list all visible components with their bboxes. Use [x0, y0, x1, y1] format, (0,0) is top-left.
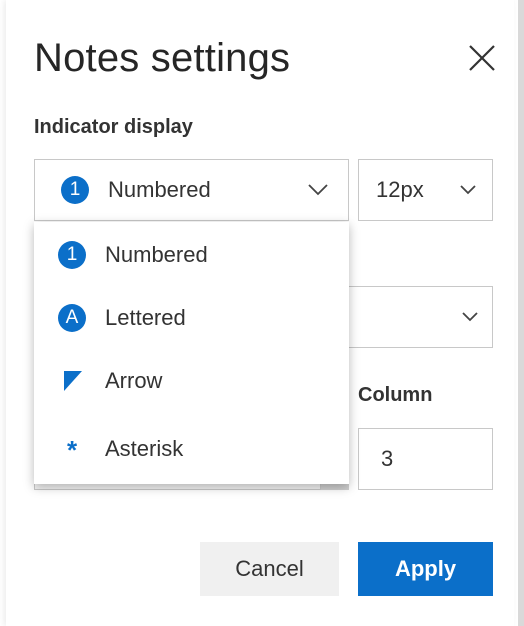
- option-label: Lettered: [105, 305, 186, 330]
- option-label: Numbered: [105, 242, 208, 267]
- asterisk-icon: *: [66, 435, 78, 465]
- indicator-dropdown-menu: 1 Numbered A Lettered Arrow * Asterisk: [34, 222, 349, 484]
- chevron-down-icon: [460, 185, 476, 195]
- indicator-size-select[interactable]: 12px: [358, 159, 493, 221]
- chevron-down-icon: [462, 312, 478, 322]
- option-label: Asterisk: [105, 436, 184, 461]
- lettered-circle-icon: A: [58, 304, 86, 332]
- numbered-circle-icon: 1: [61, 176, 89, 204]
- arrow-triangle-icon: [64, 371, 82, 391]
- dropdown-option-asterisk[interactable]: * Asterisk: [34, 418, 349, 480]
- indicator-display-label: Indicator display: [34, 116, 193, 138]
- chevron-down-icon: [308, 184, 328, 196]
- apply-button[interactable]: Apply: [358, 542, 493, 596]
- dropdown-option-lettered[interactable]: A Lettered: [34, 287, 349, 349]
- close-icon: [469, 45, 495, 71]
- numbered-circle-icon: 1: [58, 241, 86, 269]
- dropdown-option-arrow[interactable]: Arrow: [34, 350, 349, 412]
- dropdown-option-numbered[interactable]: 1 Numbered: [34, 224, 349, 286]
- cancel-button[interactable]: Cancel: [200, 542, 339, 596]
- backdrop-edge: [518, 0, 524, 626]
- option-label: Arrow: [105, 368, 163, 393]
- column-input[interactable]: 3: [358, 428, 493, 490]
- indicator-size-value: 12px: [376, 177, 424, 202]
- indicator-type-value: Numbered: [108, 177, 211, 202]
- indicator-type-select[interactable]: 1 Numbered: [34, 159, 349, 221]
- dialog-title: Notes settings: [34, 36, 291, 80]
- notes-settings-dialog: Notes settings Indicator display 1 Numbe…: [6, 0, 514, 626]
- close-button[interactable]: [466, 42, 498, 74]
- column-label: Column: [358, 384, 433, 406]
